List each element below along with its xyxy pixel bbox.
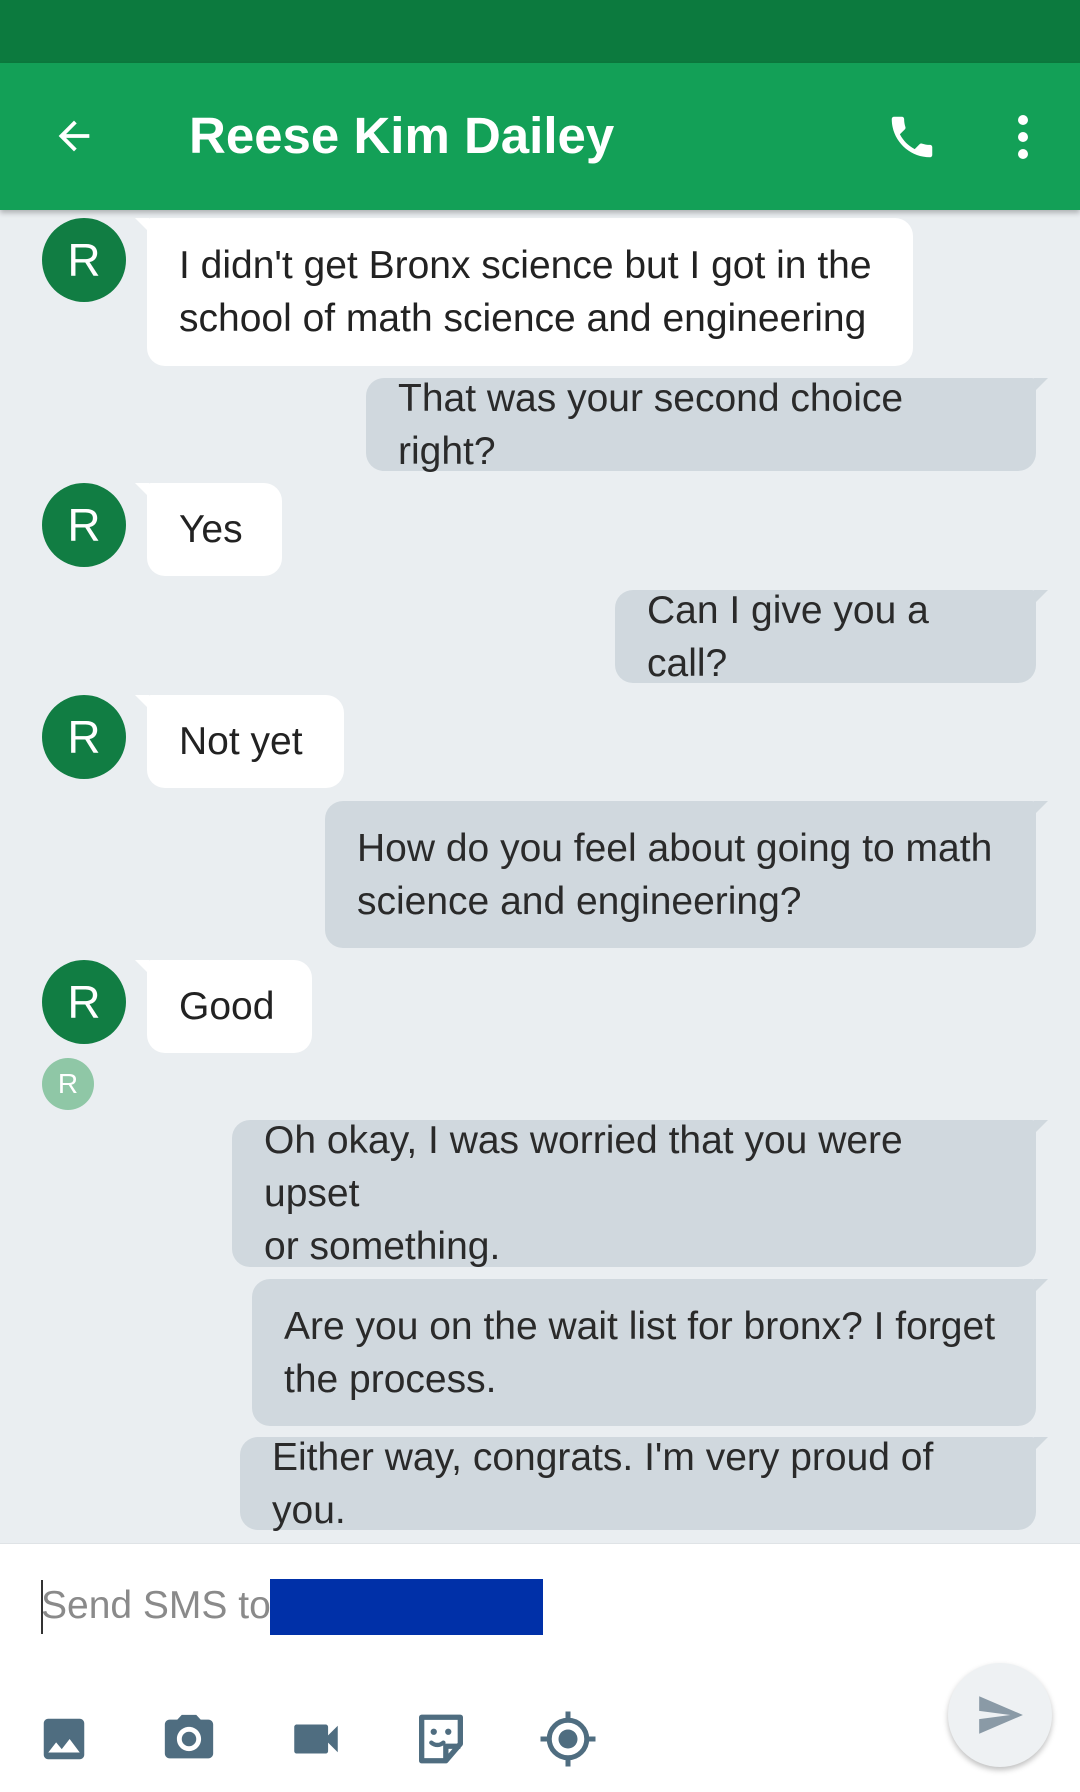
incoming-message[interactable]: Yes — [135, 483, 282, 576]
message-line: science and engineering? — [357, 879, 802, 923]
app-bar: Reese Kim Dailey — [0, 63, 1080, 210]
video-button[interactable] — [281, 1704, 351, 1774]
outgoing-message[interactable]: Can I give you a call? — [615, 589, 1048, 685]
contact-avatar[interactable]: R — [42, 483, 126, 567]
message-line: the process. — [284, 1357, 497, 1401]
contact-avatar[interactable]: R — [42, 960, 126, 1044]
message-line: Not yet — [179, 720, 303, 763]
phone-icon — [891, 116, 933, 158]
send-button[interactable] — [948, 1663, 1052, 1767]
back-button[interactable] — [40, 102, 108, 170]
incoming-message[interactable]: Not yet — [135, 695, 344, 788]
video-icon — [294, 1724, 338, 1754]
contact-avatar[interactable]: R — [42, 218, 126, 302]
arrow-back-icon — [58, 120, 90, 152]
message-line: That was your second choice right? — [398, 376, 904, 473]
message-thread[interactable]: R I didn't get Bronx science but I got i… — [0, 210, 1080, 1543]
message-line: Yes — [179, 508, 243, 551]
outgoing-message[interactable]: How do you feel about going to math scie… — [325, 801, 1048, 948]
call-button[interactable] — [878, 103, 946, 171]
message-line: or something. — [264, 1225, 501, 1268]
status-bar — [0, 0, 1080, 63]
message-line: How do you feel about going to math — [357, 826, 993, 870]
more-vert-icon — [1018, 115, 1028, 159]
message-line: Are you on the wait list for bronx? I fo… — [284, 1304, 996, 1348]
message-line: Can I give you a call? — [647, 588, 929, 685]
message-line: Good — [179, 985, 275, 1028]
incoming-message[interactable]: Good — [135, 960, 312, 1053]
text-cursor — [41, 1580, 43, 1634]
compose-bar — [0, 1543, 1080, 1792]
more-options-button[interactable] — [1004, 103, 1042, 171]
contact-avatar[interactable]: R — [42, 695, 126, 779]
location-icon — [540, 1711, 596, 1767]
send-icon — [979, 1696, 1023, 1734]
location-button[interactable] — [533, 1704, 603, 1774]
outgoing-message[interactable]: Are you on the wait list for bronx? I fo… — [252, 1279, 1048, 1426]
sticker-button[interactable] — [406, 1704, 476, 1774]
incoming-message[interactable]: I didn't get Bronx science but I got in … — [135, 218, 913, 366]
message-line: I didn't get Bronx science but I got in … — [179, 244, 872, 287]
message-line: school of math science and engineering — [179, 297, 867, 340]
attach-image-button[interactable] — [29, 1704, 99, 1774]
outgoing-message[interactable]: That was your second choice right? — [366, 377, 1048, 473]
outgoing-message[interactable]: Oh okay, I was worried that you were ups… — [232, 1119, 1048, 1268]
outgoing-message[interactable]: Either way, congrats. I'm very proud of … — [240, 1436, 1048, 1532]
conversation-title: Reese Kim Dailey — [189, 107, 615, 164]
sticker-icon — [419, 1714, 463, 1764]
camera-icon — [164, 1714, 214, 1759]
image-icon — [43, 1718, 85, 1760]
message-line: Oh okay, I was worried that you were ups… — [264, 1119, 903, 1215]
redacted-recipient — [270, 1579, 543, 1635]
camera-button[interactable] — [154, 1704, 224, 1774]
message-line: Either way, congrats. I'm very proud of … — [272, 1435, 934, 1532]
read-receipt-avatar: R — [42, 1058, 94, 1110]
